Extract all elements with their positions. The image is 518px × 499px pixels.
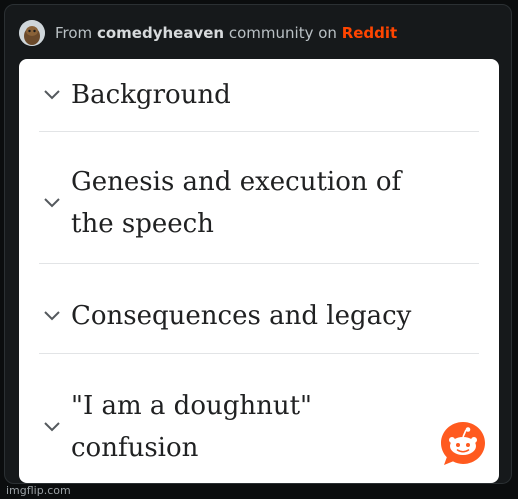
imgflip-watermark: imgflip.com — [6, 484, 71, 497]
toc-card: Background Genesis and execution of the … — [19, 59, 499, 483]
toc-item-label: Genesis and execution of — [71, 167, 402, 197]
page: From comedyheaven community on Reddit Ba… — [0, 0, 518, 499]
community-link[interactable]: comedyheaven — [97, 24, 224, 42]
toc-item-label: Consequences and legacy — [71, 301, 412, 331]
chevron-down-icon — [44, 90, 60, 100]
reddit-link[interactable]: Reddit — [342, 24, 398, 42]
toc-item-label-line2: the speech — [71, 209, 214, 239]
header-prefix: From — [55, 24, 93, 42]
chevron-down-icon — [44, 311, 60, 321]
reddit-chat-icon[interactable] — [438, 419, 488, 469]
embed-header: From comedyheaven community on Reddit — [19, 19, 397, 47]
chevron-down-icon — [44, 198, 60, 208]
chevron-down-icon — [44, 422, 60, 432]
divider — [39, 131, 479, 132]
embed-source-text: From comedyheaven community on Reddit — [55, 24, 397, 42]
community-avatar[interactable] — [19, 20, 45, 46]
toc-item-consequences[interactable]: Consequences and legacy — [41, 292, 477, 340]
toc-item-label: "I am a doughnut" — [71, 391, 313, 421]
reddit-embed: From comedyheaven community on Reddit Ba… — [4, 4, 512, 484]
divider — [39, 353, 479, 354]
toc-item-genesis[interactable]: Genesis and execution of the speech — [41, 159, 477, 247]
toc-item-doughnut[interactable]: "I am a doughnut" confusion — [41, 383, 477, 471]
toc-item-label-line2: confusion — [71, 433, 199, 463]
divider — [39, 263, 479, 264]
toc-item-background[interactable]: Background — [41, 71, 477, 119]
header-middle: community on — [228, 24, 337, 42]
toc-item-label: Background — [71, 80, 231, 110]
